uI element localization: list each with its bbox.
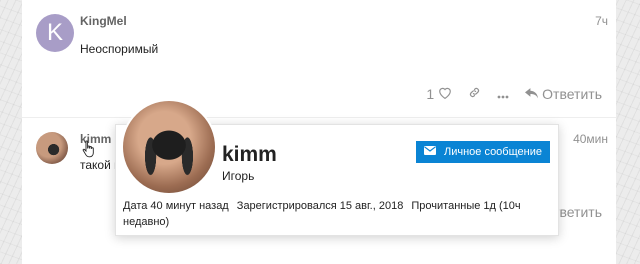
more-button[interactable] — [497, 86, 509, 102]
reply-label: тветить — [553, 204, 602, 220]
post-actions: 1 Ответить — [410, 86, 602, 102]
avatar[interactable]: K — [36, 14, 74, 52]
reply-button[interactable]: Ответить — [525, 86, 602, 102]
post-content: Неоспоримый — [80, 42, 159, 56]
avatar[interactable] — [36, 132, 68, 164]
post-content: такой к — [80, 158, 120, 172]
more-icon — [497, 86, 509, 102]
post: K KingMel 7ч Неоспоримый 1 Ответить — [22, 0, 616, 118]
reply-label: Ответить — [542, 86, 602, 102]
user-card-username[interactable]: kimm — [222, 143, 277, 167]
avatar-letter: K — [46, 19, 63, 46]
post-username[interactable]: KingMel — [80, 14, 127, 28]
heart-icon — [438, 86, 452, 102]
private-message-label: Личное сообщение — [443, 146, 542, 158]
user-card-date: Дата 40 минут назад — [123, 200, 229, 212]
reply-button[interactable]: тветить — [553, 204, 602, 220]
link-icon — [468, 86, 481, 102]
user-card-meta: Дата 40 минут назад Зарегистрировался 15… — [123, 198, 543, 230]
reply-icon — [525, 86, 539, 102]
post-time[interactable]: 7ч — [595, 14, 608, 28]
user-card-registered: Зарегистрировался 15 авг., 2018 — [236, 200, 404, 212]
user-card-avatar[interactable] — [123, 101, 215, 193]
user-card-full-name: Игорь — [222, 169, 255, 183]
post-time[interactable]: 40мин — [573, 132, 608, 146]
like-count: 1 — [426, 86, 435, 102]
envelope-icon — [423, 146, 436, 158]
pointer-cursor-icon — [82, 140, 94, 158]
private-message-button[interactable]: Личное сообщение — [416, 141, 550, 163]
share-link-button[interactable] — [468, 86, 481, 102]
like-button[interactable]: 1 — [426, 86, 452, 102]
